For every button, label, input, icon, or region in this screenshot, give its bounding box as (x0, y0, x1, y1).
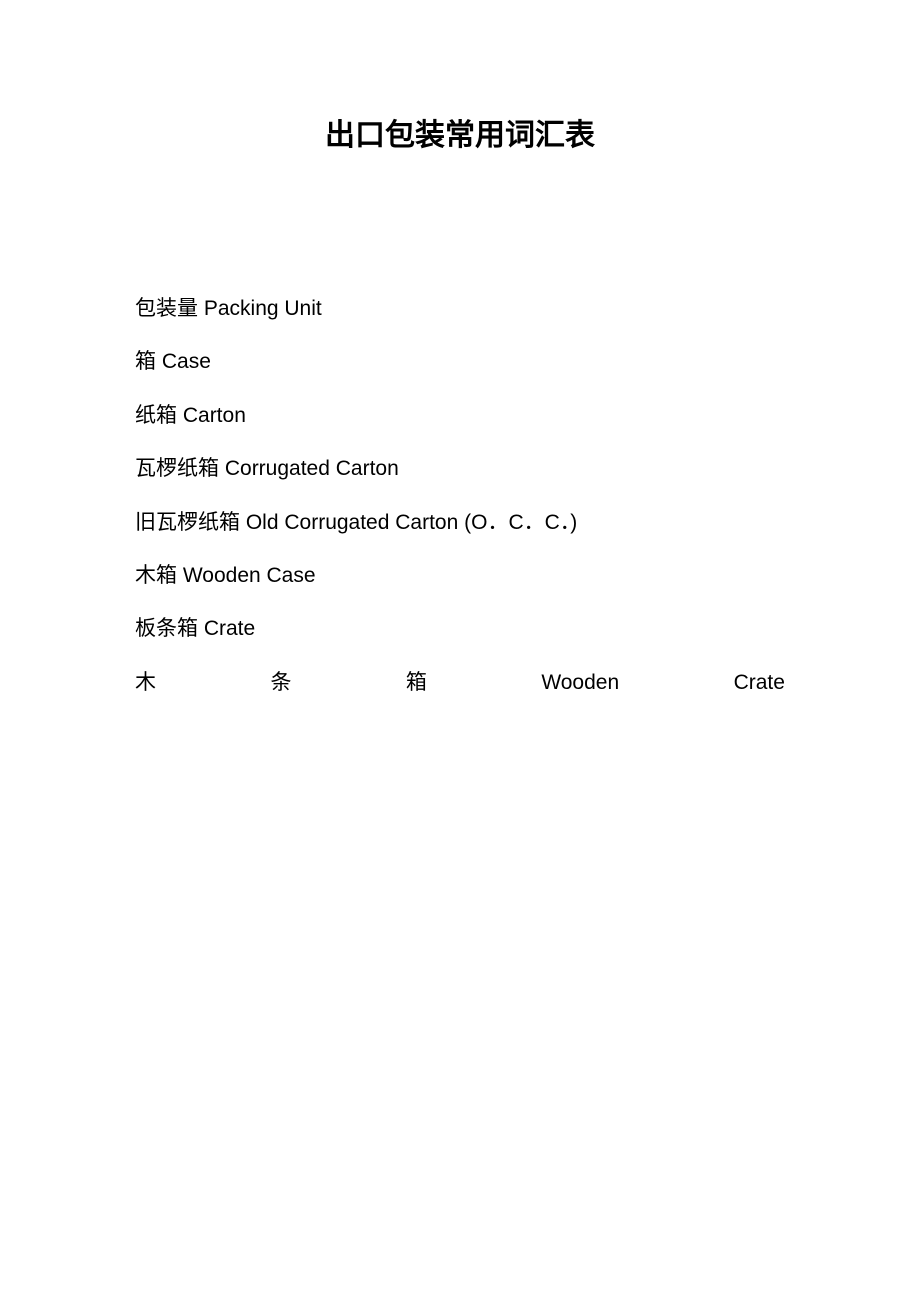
vocab-en: Crate (204, 617, 255, 640)
vocab-en: Carton (183, 404, 246, 427)
vocab-en: Wooden Case (183, 564, 316, 587)
vocab-entry-justified: 木 条 箱 Wooden Crate (135, 668, 785, 697)
vocab-cn: 木箱 (135, 564, 177, 587)
vocabulary-list: 包装量 Packing Unit 箱 Case 纸箱 Carton 瓦椤纸箱 C… (135, 294, 785, 697)
justified-part: 箱 (406, 668, 427, 697)
vocab-cn: 板条箱 (135, 617, 198, 640)
vocab-en: Corrugated Carton (225, 457, 399, 480)
vocab-entry: 瓦椤纸箱 Corrugated Carton (135, 454, 785, 483)
vocab-cn: 瓦椤纸箱 (135, 457, 219, 480)
vocab-en: Packing Unit (204, 297, 322, 320)
vocab-entry: 箱 Case (135, 347, 785, 376)
vocab-en: Case (162, 350, 211, 373)
vocab-en: Old Corrugated Carton (O．C．C．) (246, 511, 577, 534)
vocab-entry: 旧瓦椤纸箱 Old Corrugated Carton (O．C．C．) (135, 508, 785, 537)
document-page: 出口包装常用词汇表 包装量 Packing Unit 箱 Case 纸箱 Car… (0, 0, 920, 697)
justified-part: Crate (734, 668, 785, 697)
vocab-cn: 包装量 (135, 297, 198, 320)
justified-part: Wooden (541, 668, 619, 697)
vocab-entry: 木箱 Wooden Case (135, 561, 785, 590)
vocab-cn: 纸箱 (135, 404, 177, 427)
vocab-cn: 旧瓦椤纸箱 (135, 511, 240, 534)
justified-part: 条 (270, 668, 291, 697)
vocab-entry: 板条箱 Crate (135, 614, 785, 643)
page-title: 出口包装常用词汇表 (135, 110, 785, 154)
vocab-entry: 纸箱 Carton (135, 401, 785, 430)
vocab-entry: 包装量 Packing Unit (135, 294, 785, 323)
vocab-cn: 箱 (135, 350, 156, 373)
justified-part: 木 (135, 668, 156, 697)
